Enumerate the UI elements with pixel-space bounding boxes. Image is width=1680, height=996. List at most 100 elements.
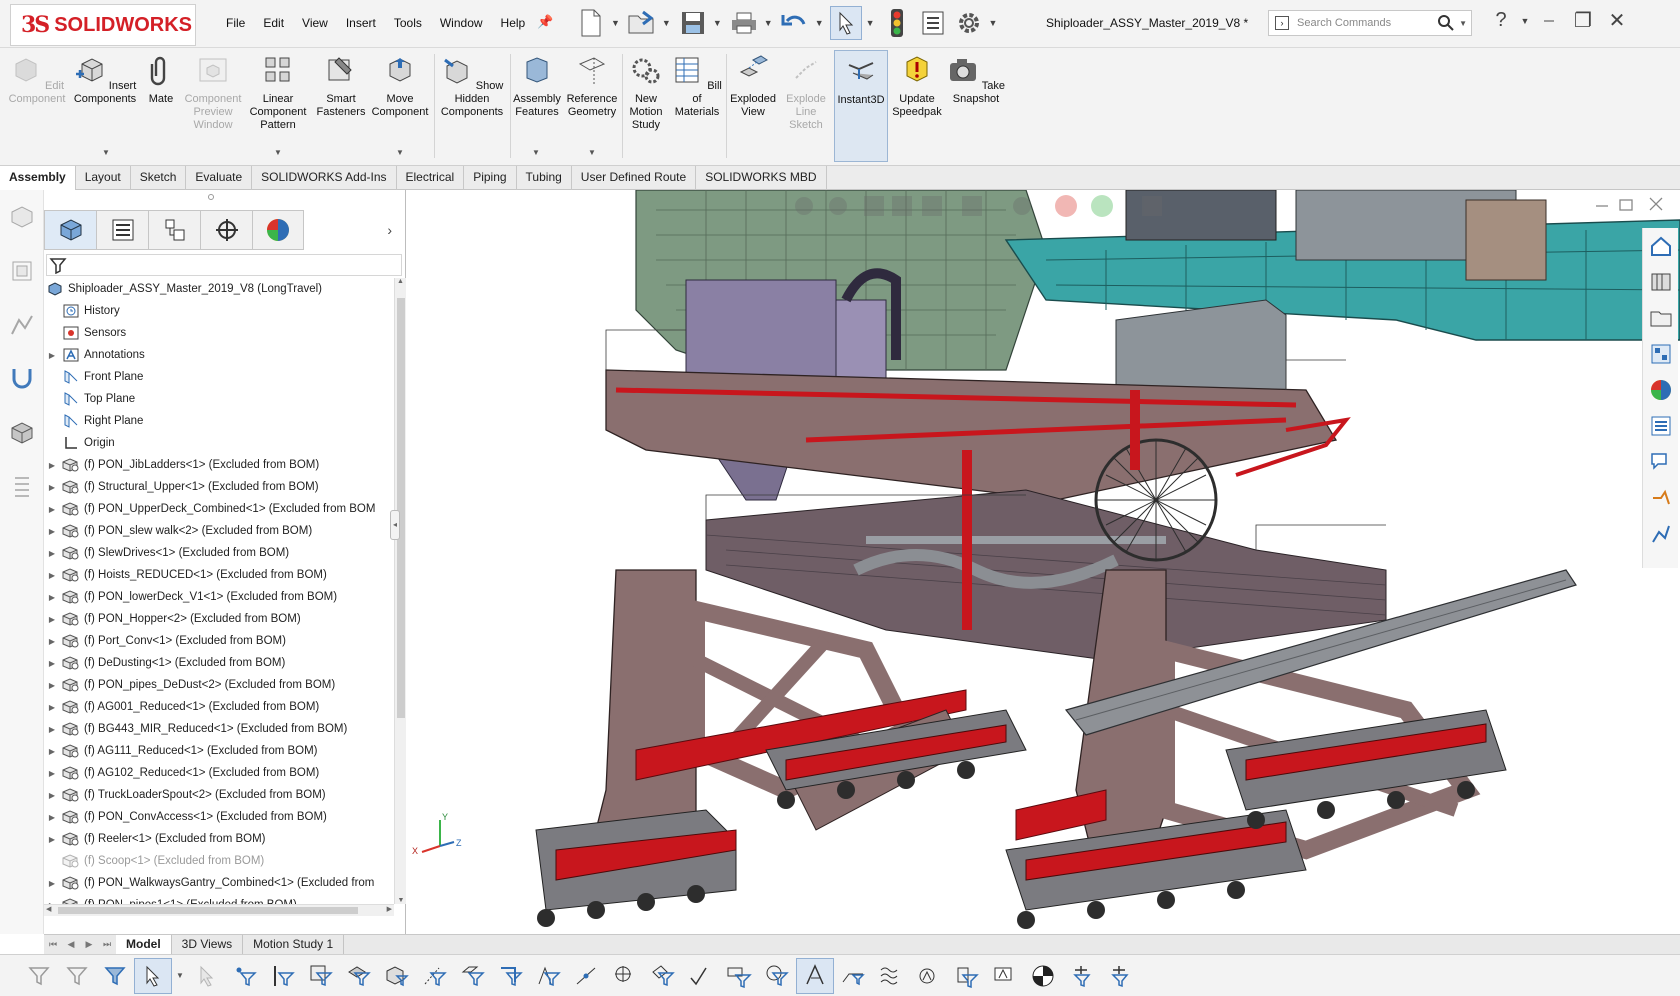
assembly-features-button[interactable]: Assembly Features bbox=[512, 54, 562, 119]
tab-electrical[interactable]: Electrical bbox=[397, 166, 465, 190]
expand-arrow-icon[interactable]: ▶ bbox=[46, 879, 58, 888]
scroll-up-icon[interactable]: ▲ bbox=[395, 278, 406, 290]
menu-file[interactable]: File bbox=[226, 16, 245, 30]
expand-arrow-icon[interactable]: ▶ bbox=[46, 461, 58, 470]
expand-arrow-icon[interactable]: ▶ bbox=[46, 747, 58, 756]
tab-motion-study-1[interactable]: Motion Study 1 bbox=[243, 935, 345, 954]
solidworks-logo[interactable]: 3S SOLIDWORKS bbox=[10, 4, 196, 46]
select-tool-button[interactable] bbox=[134, 957, 172, 994]
expand-arrow-icon[interactable]: ▶ bbox=[46, 769, 58, 778]
first-tab-icon[interactable]: ⏮ bbox=[44, 935, 62, 954]
filter-sketch-points-button[interactable] bbox=[530, 958, 568, 994]
home-icon[interactable] bbox=[1643, 228, 1679, 264]
filter-planes-button[interactable] bbox=[454, 958, 492, 994]
tree-item[interactable]: ▶ (f) PON_WalkwaysGantry_Combined<1> (Exc… bbox=[44, 872, 394, 894]
tree-item[interactable]: ▶ (f) AG001_Reduced<1> (Excluded from BOM… bbox=[44, 696, 394, 718]
filter-balloons-button[interactable] bbox=[758, 958, 796, 994]
horizontal-scroll-thumb[interactable] bbox=[58, 907, 358, 914]
filter-vertices-button[interactable] bbox=[226, 958, 264, 994]
display-manager-tab[interactable] bbox=[252, 210, 304, 250]
custom-properties-icon[interactable] bbox=[1643, 408, 1679, 444]
expand-arrow-icon[interactable]: ▶ bbox=[46, 615, 58, 624]
edit-component-button[interactable]: Edit Component bbox=[4, 54, 70, 106]
scroll-left-icon[interactable]: ◀ bbox=[46, 905, 51, 913]
help-icon[interactable]: ? bbox=[1484, 9, 1518, 32]
save-dropdown-icon[interactable]: ▼ bbox=[713, 18, 722, 28]
tab-piping[interactable]: Piping bbox=[464, 166, 517, 190]
show-hidden-components-button[interactable]: Show Hidden Components bbox=[438, 54, 506, 119]
tab-tubing[interactable]: Tubing bbox=[517, 166, 572, 190]
dimxpert-manager-tab[interactable] bbox=[200, 210, 252, 250]
tree-filter-box[interactable] bbox=[46, 254, 402, 276]
feature-manager-tab[interactable] bbox=[44, 210, 96, 250]
explode-line-sketch-button[interactable]: Explode Line Sketch bbox=[780, 54, 832, 132]
tree-item[interactable]: ▶ (f) PON_UpperDeck_Combined<1> (Excluded… bbox=[44, 498, 394, 520]
tree-item[interactable]: ▶ (f) SlewDrives<1> (Excluded from BOM) bbox=[44, 542, 394, 564]
tree-item[interactable]: ▶ (f) PON_lowerDeck_V1<1> (Excluded from … bbox=[44, 586, 394, 608]
search-dropdown-icon[interactable]: ▼ bbox=[1459, 19, 1467, 28]
shiploader-model-view[interactable] bbox=[406, 190, 1680, 934]
panel-collapse-handle[interactable]: ◂ bbox=[390, 510, 400, 540]
tree-item[interactable]: Front Plane bbox=[44, 366, 394, 388]
select-dropdown-icon[interactable]: ▼ bbox=[866, 18, 875, 28]
configuration-manager-tab[interactable] bbox=[148, 210, 200, 250]
tree-vertical-scrollbar[interactable]: ▲ ▼ bbox=[394, 278, 406, 904]
menu-insert[interactable]: Insert bbox=[346, 16, 376, 30]
filter-welds-button[interactable] bbox=[834, 958, 872, 994]
panel-grip[interactable] bbox=[208, 194, 214, 200]
component-preview-window-button[interactable]: Component Preview Window bbox=[182, 54, 244, 132]
linear-component-pattern-button[interactable]: Linear Component Pattern bbox=[246, 54, 310, 132]
tab-3d-views[interactable]: 3D Views bbox=[172, 935, 244, 954]
pointer-filter-button[interactable] bbox=[188, 958, 226, 994]
appearances-icon[interactable] bbox=[1643, 372, 1679, 408]
tree-item[interactable]: ▶ (f) AG111_Reduced<1> (Excluded from BOM… bbox=[44, 740, 394, 762]
assembly-icon[interactable] bbox=[0, 244, 44, 298]
part-icon[interactable] bbox=[0, 190, 44, 244]
search-commands-box[interactable]: › Search Commands ▼ bbox=[1268, 10, 1472, 36]
tree-item[interactable]: ▶ (f) PON_JibLadders<1> (Excluded from BO… bbox=[44, 454, 394, 476]
scroll-right-icon[interactable]: ▶ bbox=[387, 905, 392, 913]
select-button[interactable] bbox=[829, 6, 862, 40]
filter-axes-button[interactable] bbox=[416, 958, 454, 994]
minimize-icon[interactable]: ⎯ bbox=[1532, 9, 1566, 32]
menu-window[interactable]: Window bbox=[440, 16, 483, 30]
last-tab-icon[interactable]: ⏭ bbox=[98, 935, 116, 954]
tree-root[interactable]: Shiploader_ASSY_Master_2019_V8 (LongTrav… bbox=[44, 278, 394, 300]
expand-arrow-icon[interactable]: ▶ bbox=[46, 637, 58, 646]
tree-item[interactable]: ▶ (f) TruckLoaderSpout<2> (Excluded from … bbox=[44, 784, 394, 806]
filter-dimensions-button[interactable] bbox=[644, 958, 682, 994]
routing-icon[interactable] bbox=[0, 352, 44, 406]
save-button[interactable] bbox=[677, 6, 709, 40]
filter-solid-bodies-button[interactable] bbox=[378, 958, 416, 994]
tab-assembly[interactable]: Assembly bbox=[0, 166, 76, 190]
instant3d-button[interactable]: Instant3D bbox=[834, 50, 888, 162]
print-dropdown-icon[interactable]: ▼ bbox=[764, 18, 773, 28]
expand-arrow-icon[interactable]: ▶ bbox=[46, 549, 58, 558]
filter-midpoints-button[interactable] bbox=[568, 958, 606, 994]
expand-arrow-icon[interactable]: ▶ bbox=[46, 725, 58, 734]
menu-help[interactable]: Help bbox=[501, 16, 526, 30]
tab-layout[interactable]: Layout bbox=[76, 166, 131, 190]
next-tab-icon[interactable]: ▶ bbox=[80, 935, 98, 954]
mate-button[interactable]: Mate bbox=[142, 54, 180, 106]
select-dropdown-icon[interactable]: ▼ bbox=[176, 971, 184, 980]
tree-item[interactable]: History bbox=[44, 300, 394, 322]
search-icon[interactable] bbox=[1437, 14, 1455, 32]
file-properties-button[interactable] bbox=[917, 6, 949, 40]
file-explorer-icon[interactable] bbox=[1643, 300, 1679, 336]
open-dropdown-icon[interactable]: ▼ bbox=[662, 18, 671, 28]
tree-horizontal-scrollbar[interactable]: ◀ ▶ bbox=[44, 904, 394, 916]
reference-geometry-dropdown-icon[interactable]: ▼ bbox=[588, 148, 596, 157]
view-palette-icon[interactable] bbox=[1643, 336, 1679, 372]
undo-dropdown-icon[interactable]: ▼ bbox=[815, 18, 824, 28]
search-input[interactable]: Search Commands bbox=[1297, 17, 1437, 29]
tree-item[interactable]: Origin bbox=[44, 432, 394, 454]
filter-sketch-segments-button[interactable] bbox=[492, 958, 530, 994]
tree-item[interactable]: Sensors bbox=[44, 322, 394, 344]
tree-item[interactable]: ▶ (f) Reeler<1> (Excluded from BOM) bbox=[44, 828, 394, 850]
tree-item[interactable]: ▶ (f) AG102_Reduced<1> (Excluded from BOM… bbox=[44, 762, 394, 784]
menu-view[interactable]: View bbox=[302, 16, 328, 30]
forum-icon[interactable] bbox=[1643, 444, 1679, 480]
tree-item[interactable]: ▶ (f) Port_Conv<1> (Excluded from BOM) bbox=[44, 630, 394, 652]
tab-evaluate[interactable]: Evaluate bbox=[186, 166, 253, 190]
